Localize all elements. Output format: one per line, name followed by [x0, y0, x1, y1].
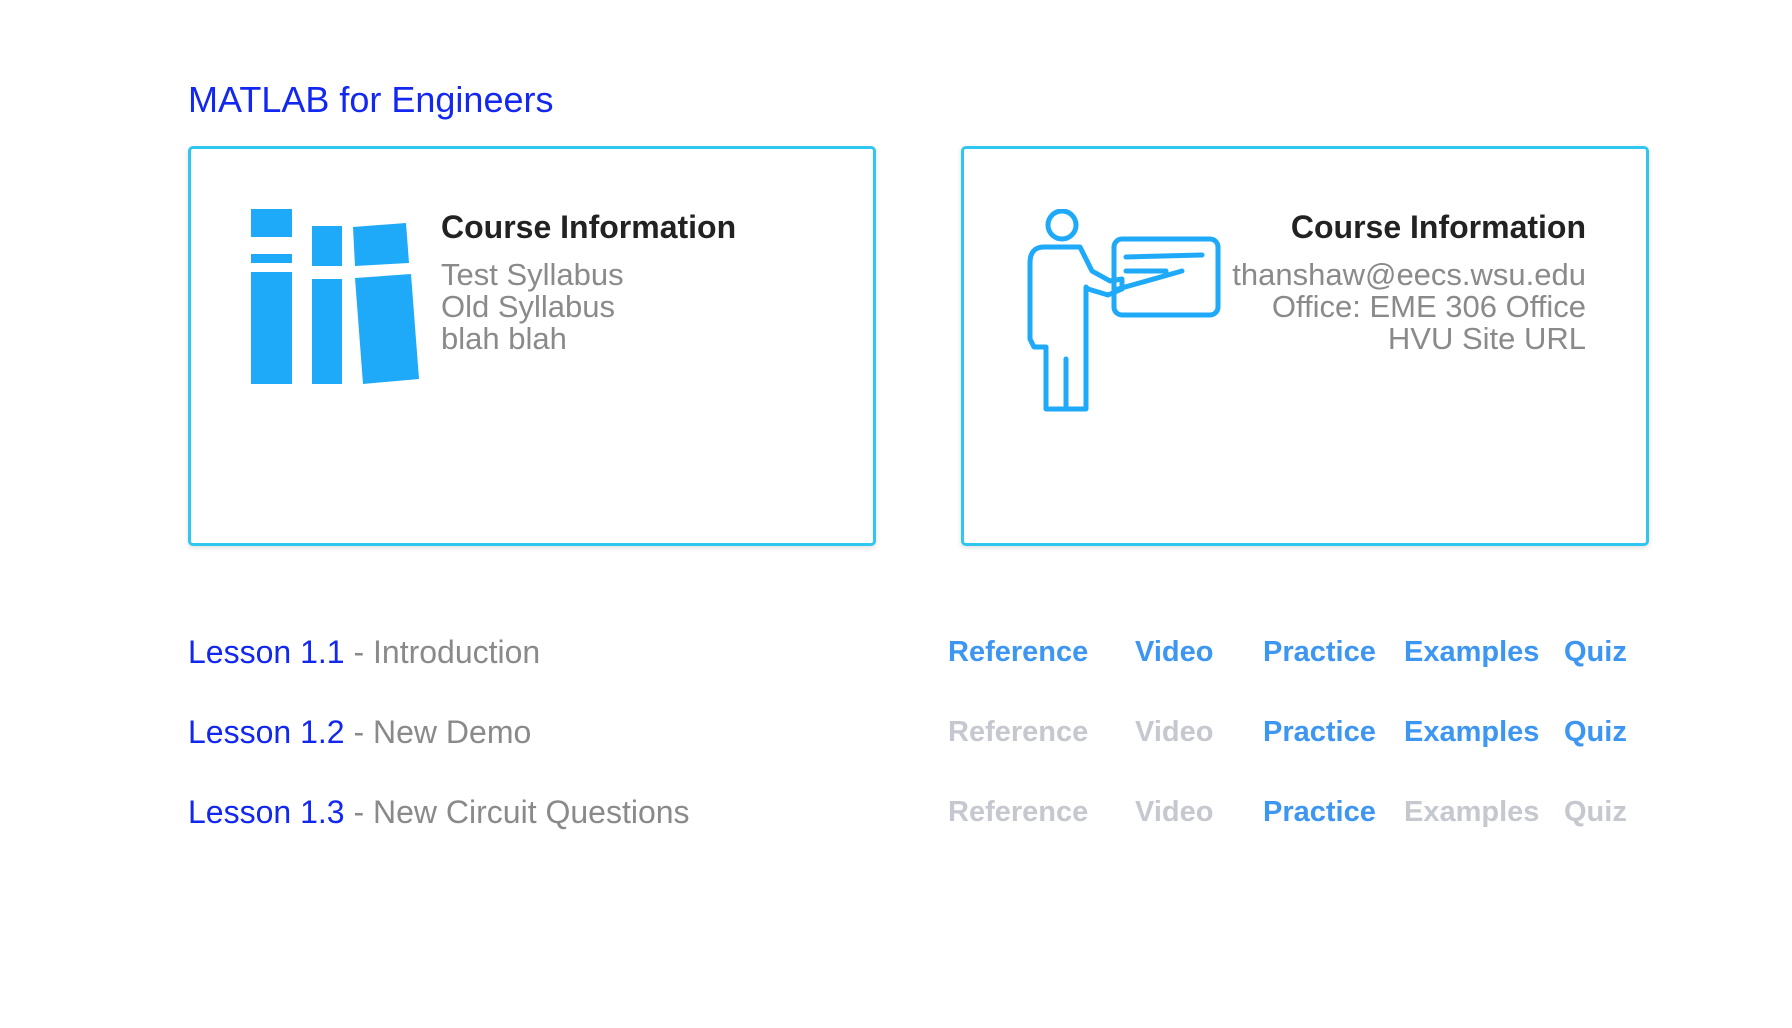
- course-title-link[interactable]: MATLAB for Engineers: [188, 78, 553, 122]
- lesson-name: Introduction: [373, 634, 541, 670]
- office-location-link[interactable]: Office: EME 306 Office: [1232, 291, 1586, 323]
- reference-link-disabled: Reference: [948, 716, 1089, 748]
- syllabus-link-old[interactable]: Old Syllabus: [441, 291, 736, 323]
- quiz-link[interactable]: Quiz: [1564, 712, 1627, 752]
- lesson-number-link[interactable]: Lesson 1.1: [188, 634, 345, 670]
- reference-link[interactable]: Reference: [948, 632, 1088, 672]
- lesson-number-link[interactable]: Lesson 1.3: [188, 794, 345, 830]
- card-info-syllabus: Course Information Test Syllabus Old Syl…: [441, 207, 736, 355]
- lesson-separator: -: [344, 714, 373, 750]
- examples-link[interactable]: Examples: [1404, 712, 1539, 752]
- lesson-separator: -: [344, 634, 373, 670]
- course-info-card-syllabus: Course Information Test Syllabus Old Syl…: [188, 146, 876, 546]
- practice-link[interactable]: Practice: [1263, 632, 1376, 672]
- examples-link-disabled: Examples: [1404, 796, 1540, 828]
- lesson-separator: -: [344, 794, 373, 830]
- lesson-row: Lesson 1.2 - New Demo Reference Video Pr…: [188, 712, 1628, 792]
- video-link[interactable]: Video: [1135, 632, 1213, 672]
- library-books-icon: [251, 209, 431, 409]
- video-link-disabled: Video: [1135, 716, 1214, 748]
- quiz-link-disabled: Quiz: [1564, 796, 1627, 828]
- course-info-card-instructor: Course Information thanshaw@eecs.wsu.edu…: [961, 146, 1649, 546]
- card-heading: Course Information: [1290, 209, 1586, 245]
- lesson-name: New Circuit Questions: [373, 794, 690, 830]
- lesson-title: Lesson 1.1 - Introduction: [188, 632, 540, 672]
- instructor-email-link[interactable]: thanshaw@eecs.wsu.edu: [1232, 259, 1586, 291]
- quiz-link[interactable]: Quiz: [1564, 632, 1627, 672]
- examples-link[interactable]: Examples: [1404, 632, 1539, 672]
- lesson-list: Lesson 1.1 - Introduction Reference Vide…: [188, 632, 1628, 872]
- card-heading: Course Information: [441, 209, 737, 245]
- reference-link-disabled: Reference: [948, 796, 1089, 828]
- video-link-disabled: Video: [1135, 796, 1214, 828]
- syllabus-link-test[interactable]: Test Syllabus: [441, 259, 736, 291]
- lesson-title: Lesson 1.2 - New Demo: [188, 712, 531, 752]
- card-info-instructor: Course Information thanshaw@eecs.wsu.edu…: [1232, 207, 1586, 355]
- syllabus-link-blah[interactable]: blah blah: [441, 323, 736, 355]
- lesson-name: New Demo: [373, 714, 532, 750]
- lesson-row: Lesson 1.3 - New Circuit Questions Refer…: [188, 792, 1628, 872]
- lesson-number-link[interactable]: Lesson 1.2: [188, 714, 345, 750]
- practice-link[interactable]: Practice: [1263, 792, 1376, 832]
- teacher-presentation-icon: [1022, 208, 1222, 419]
- site-url-link[interactable]: HVU Site URL: [1232, 323, 1586, 355]
- lesson-title: Lesson 1.3 - New Circuit Questions: [188, 792, 690, 832]
- practice-link[interactable]: Practice: [1263, 712, 1376, 752]
- lesson-row: Lesson 1.1 - Introduction Reference Vide…: [188, 632, 1628, 712]
